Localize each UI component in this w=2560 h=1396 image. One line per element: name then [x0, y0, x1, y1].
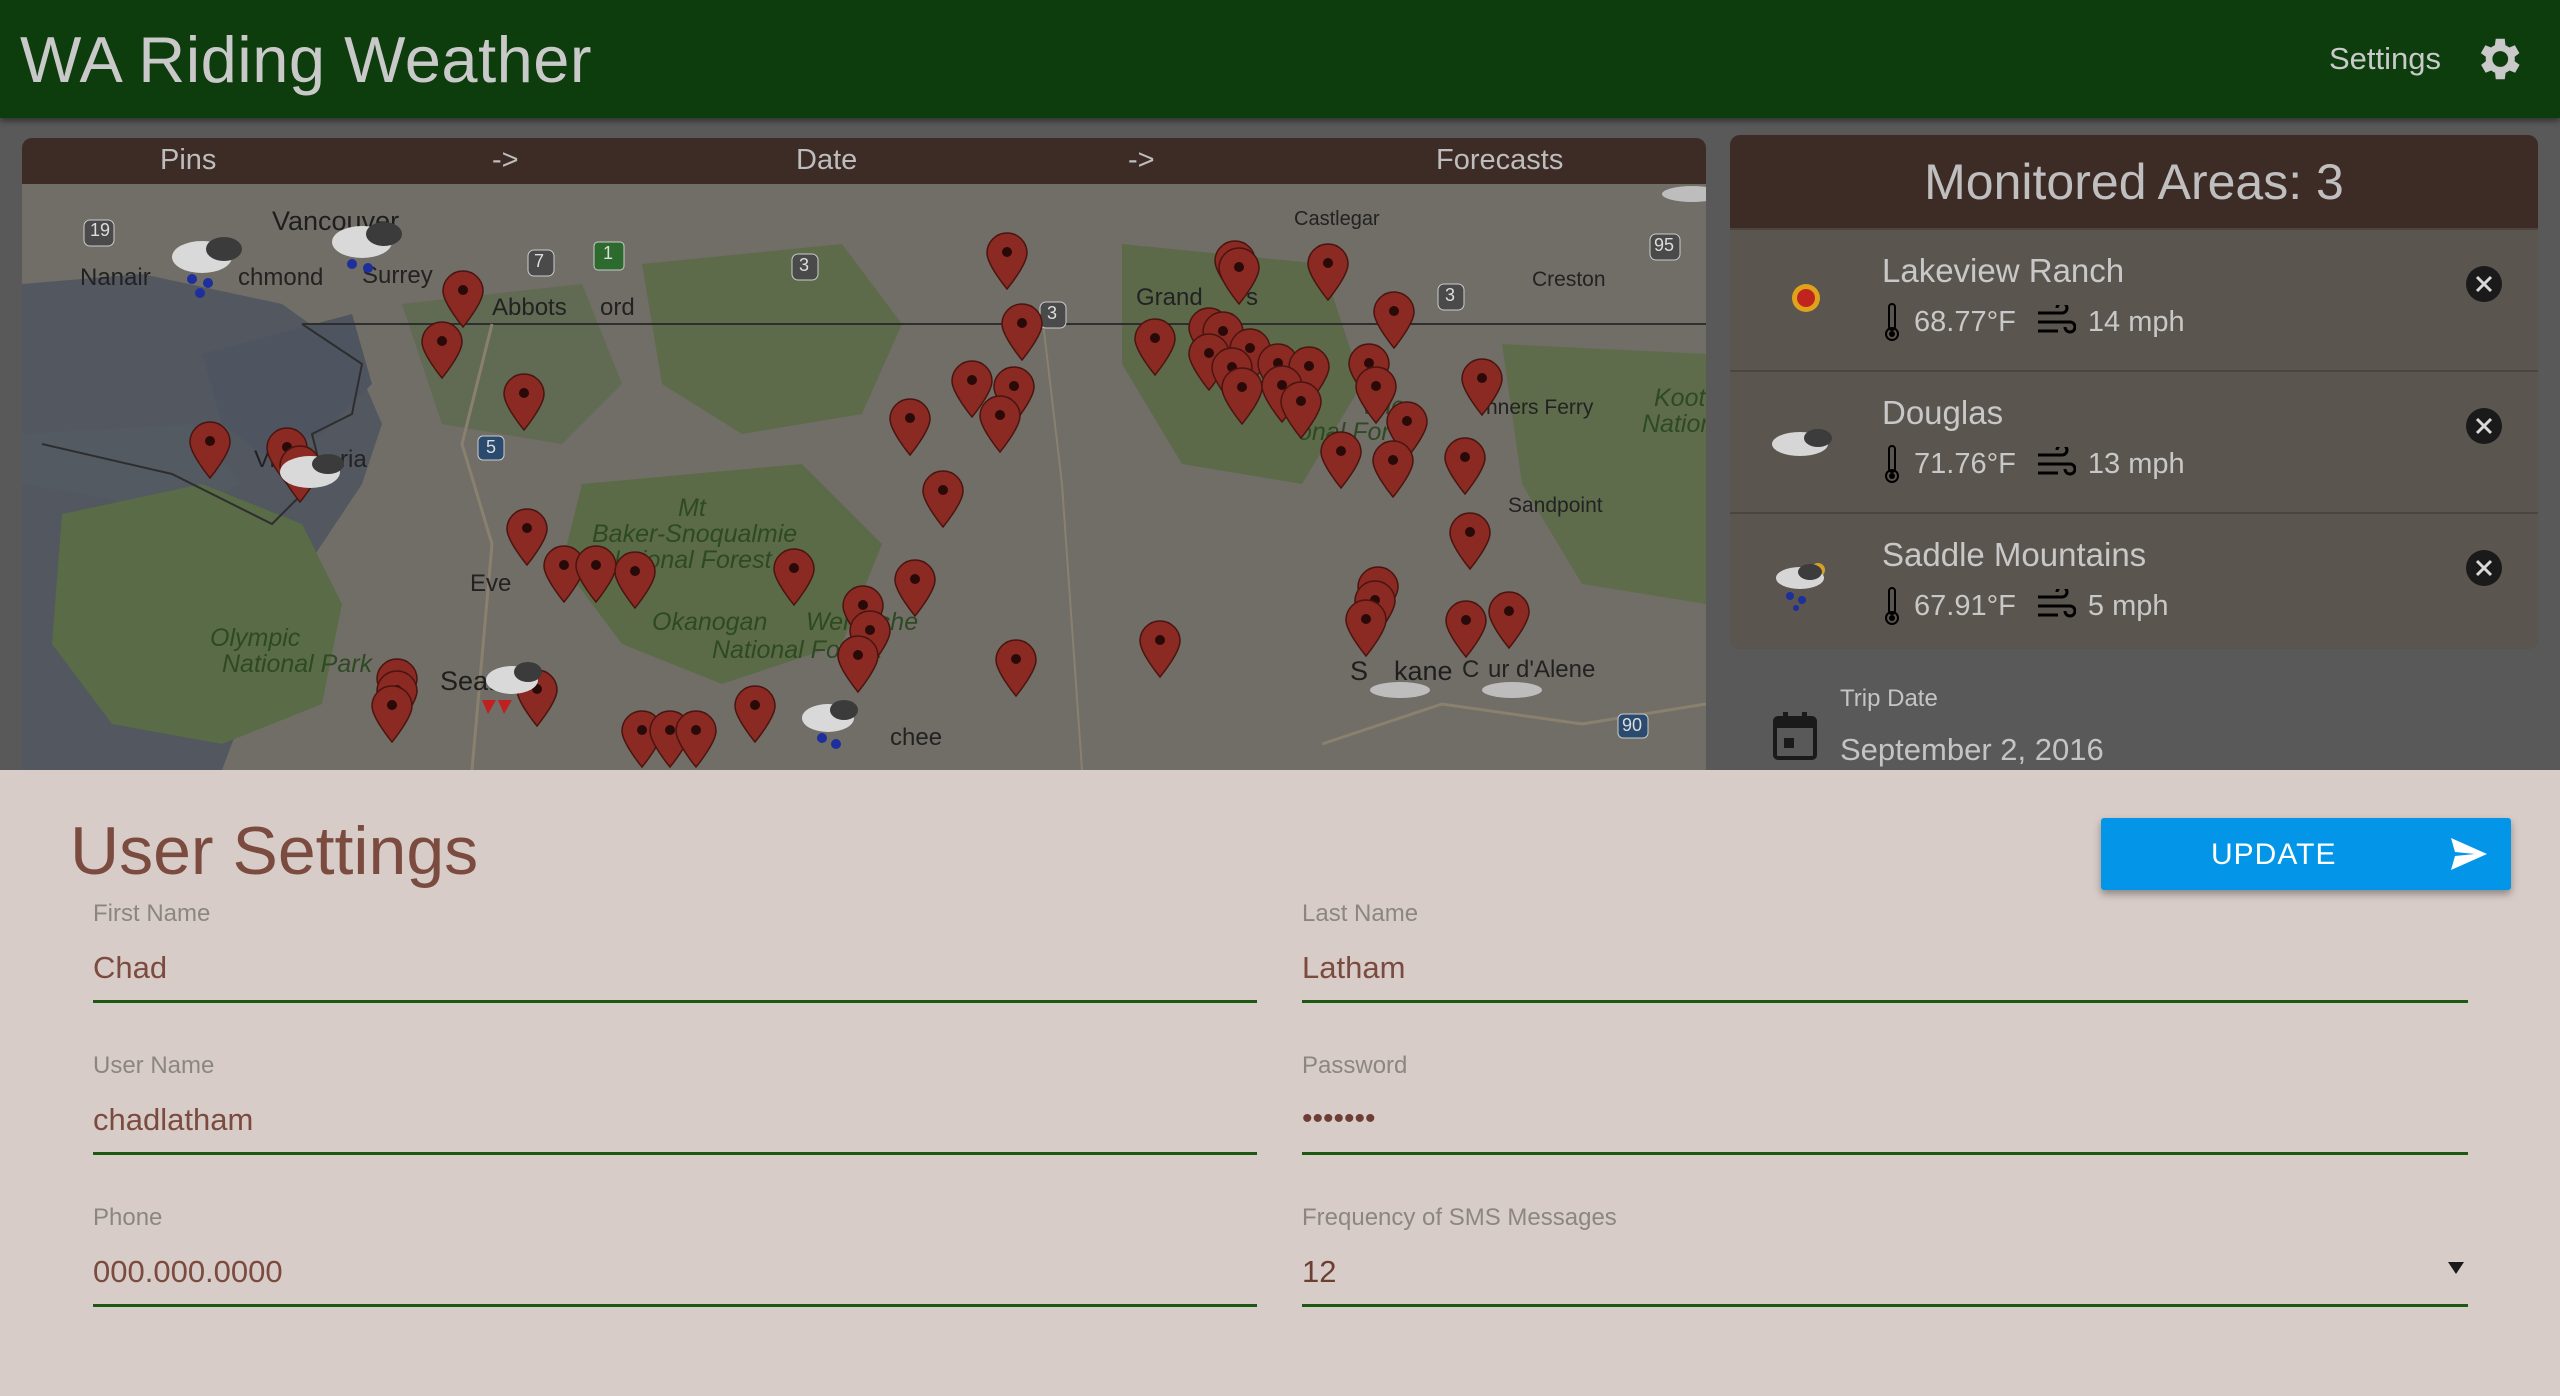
- area-row-lakeview-ranch[interactable]: Lakeview Ranch 68.77°F 14 mph: [1730, 228, 2538, 370]
- user-settings-sheet: User Settings UPDATE First Name Chad Las…: [0, 770, 2560, 1396]
- calendar-icon: [1773, 712, 1817, 760]
- phone-field[interactable]: Phone 000.000.0000: [93, 1204, 1257, 1307]
- dropdown-arrow-icon[interactable]: [2446, 1260, 2466, 1276]
- area-wind-speed: 13 mph: [2087, 447, 2185, 480]
- phone-input[interactable]: 000.000.0000: [93, 1254, 283, 1290]
- remove-area-icon[interactable]: [2464, 264, 2504, 304]
- area-wind-speed: 14 mph: [2087, 305, 2185, 338]
- thermometer-icon: [1885, 587, 1899, 625]
- cloudy-icon: [1772, 429, 1832, 456]
- password-field[interactable]: Password •••••••: [1302, 1052, 2468, 1155]
- area-temperature: 68.77°F: [1914, 305, 2016, 338]
- area-name: Saddle Mountains: [1882, 536, 2147, 573]
- area-wind-speed: 5 mph: [2087, 589, 2169, 622]
- area-conditions: 68.77°F 14 mph: [1882, 302, 2185, 342]
- trip-date-picker[interactable]: Trip Date September 2, 2016: [1770, 680, 2530, 770]
- area-conditions: 71.76°F 13 mph: [1882, 444, 2185, 484]
- thunder-cloud-icon: [482, 662, 542, 714]
- trip-date-label: Trip Date: [1840, 685, 1938, 712]
- map-weather-layer: [172, 186, 1706, 749]
- remove-area-icon[interactable]: [2464, 406, 2504, 446]
- sunny-icon: [1792, 284, 1820, 312]
- step-arrow-2: ->: [1128, 144, 1155, 176]
- map-panel: Pins -> Date -> Forecasts 19 7 1 3 3 3 9…: [22, 138, 1706, 770]
- storm-cloud-icon: [332, 222, 402, 273]
- step-pins[interactable]: Pins: [160, 144, 216, 177]
- password-input[interactable]: •••••••: [1302, 1102, 1376, 1136]
- first-name-input[interactable]: Chad: [93, 950, 167, 986]
- password-label: Password: [1302, 1052, 1408, 1079]
- area-conditions: 67.91°F 5 mph: [1882, 586, 2169, 626]
- first-name-field[interactable]: First Name Chad: [93, 900, 1257, 1003]
- area-row-douglas[interactable]: Douglas 71.76°F 13 mph: [1730, 370, 2538, 512]
- settings-link[interactable]: Settings: [2329, 41, 2441, 77]
- thermometer-icon: [1885, 303, 1899, 341]
- first-name-label: First Name: [93, 900, 211, 927]
- monitored-areas-title: Monitored Areas: 3: [1730, 135, 2538, 228]
- last-name-input[interactable]: Latham: [1302, 950, 1405, 986]
- wind-icon: [2037, 447, 2076, 476]
- phone-label: Phone: [93, 1204, 163, 1231]
- storm-cloud-icon: [172, 237, 242, 298]
- cloudy-icon: [280, 454, 344, 488]
- trip-date-value[interactable]: September 2, 2016: [1840, 732, 2104, 768]
- area-temperature: 71.76°F: [1914, 447, 2016, 480]
- gear-icon[interactable]: [2471, 32, 2525, 86]
- area-name: Douglas: [1882, 394, 2004, 431]
- cloudy-icon: [1370, 682, 1430, 698]
- cloudy-icon: [1482, 682, 1542, 698]
- user-name-input[interactable]: chadlatham: [93, 1102, 253, 1138]
- area-row-saddle-mountains[interactable]: Saddle Mountains 67.91°F 5 mph: [1730, 512, 2538, 649]
- thermometer-icon: [1885, 445, 1899, 483]
- last-name-label: Last Name: [1302, 900, 1419, 927]
- user-settings-title: User Settings: [70, 813, 479, 889]
- area-name: Lakeview Ranch: [1882, 252, 2125, 289]
- map[interactable]: 19 7 1 3 3 3 95 5 90 Vancouver Nanair ch…: [22, 184, 1706, 770]
- update-button[interactable]: UPDATE: [2101, 818, 2511, 890]
- step-date[interactable]: Date: [796, 144, 857, 177]
- app-bar: WA Riding Weather Settings: [0, 0, 2560, 118]
- step-forecasts[interactable]: Forecasts: [1436, 144, 1563, 177]
- update-button-label: UPDATE: [2211, 838, 2337, 871]
- wind-icon: [2037, 589, 2076, 618]
- step-arrow-1: ->: [492, 144, 519, 176]
- user-name-label: User Name: [93, 1052, 215, 1079]
- remove-area-icon[interactable]: [2464, 548, 2504, 588]
- area-temperature: 67.91°F: [1914, 589, 2016, 622]
- cloudy-icon: [1662, 186, 1706, 202]
- sms-frequency-value[interactable]: 12: [1302, 1254, 1336, 1290]
- storm-cloud-icon: [802, 700, 858, 749]
- sms-frequency-select[interactable]: Frequency of SMS Messages 12: [1302, 1204, 2468, 1307]
- rain-sun-icon: [1776, 563, 1825, 611]
- last-name-field[interactable]: Last Name Latham: [1302, 900, 2468, 1003]
- steps-bar: Pins -> Date -> Forecasts: [22, 138, 1706, 184]
- user-name-field[interactable]: User Name chadlatham: [93, 1052, 1257, 1155]
- wind-icon: [2037, 305, 2076, 334]
- send-icon: [2451, 838, 2487, 870]
- monitored-areas-card: Monitored Areas: 3 Lakeview Ranch 68.77°…: [1730, 135, 2538, 649]
- app-title: WA Riding Weather: [20, 22, 593, 96]
- sms-frequency-label: Frequency of SMS Messages: [1302, 1204, 1617, 1231]
